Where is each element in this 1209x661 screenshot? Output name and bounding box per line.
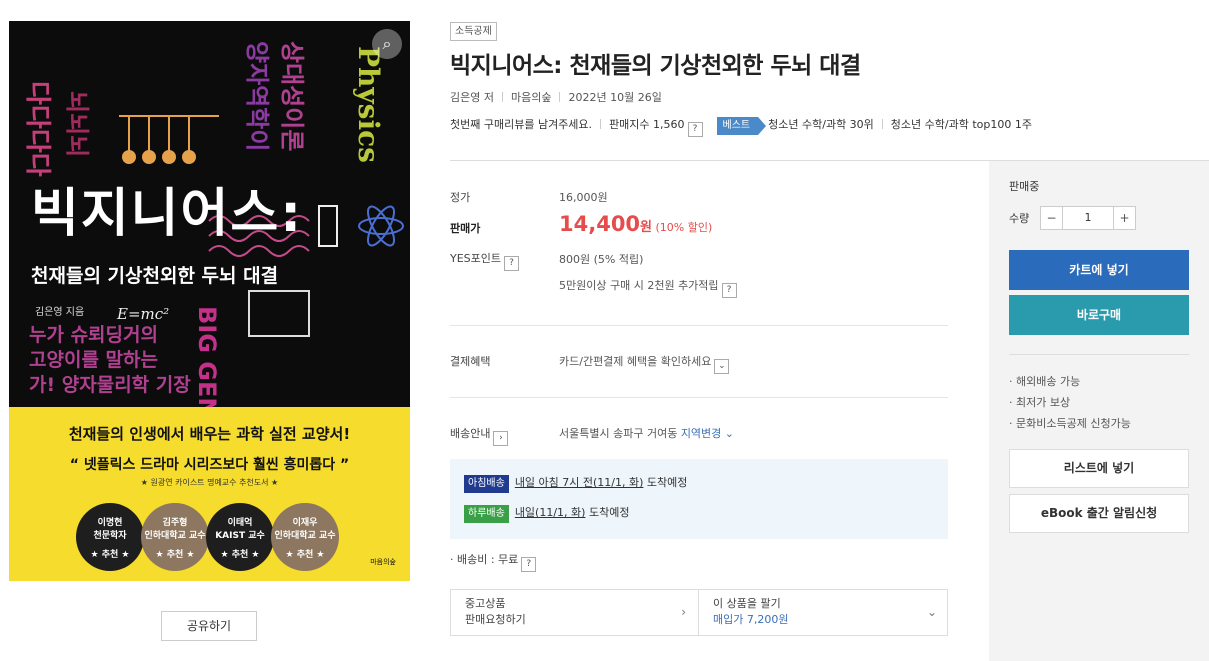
svg-text:BIG GEN: BIG GEN xyxy=(193,306,221,411)
points-label: YES포인트? xyxy=(450,250,520,271)
help-icon[interactable]: ? xyxy=(504,256,520,271)
panel-divider xyxy=(1009,354,1189,355)
ebook-alert-button[interactable]: eBook 출간 알림신청 xyxy=(1009,494,1189,533)
svg-text:고양이를 말하는: 고양이를 말하는 xyxy=(29,349,158,371)
svg-text:뇌뇌뇌: 뇌뇌뇌 xyxy=(63,91,91,157)
svg-text:Physics: Physics xyxy=(352,46,385,163)
book-cover-image[interactable]: 다다다다 뇌뇌뇌 양자역학이 상대성이론 Physics 누가 슈뢰딩거의 고양… xyxy=(9,21,410,581)
chevron-right-icon[interactable]: › xyxy=(493,431,509,446)
svg-text:누가 슈뢰딩거의: 누가 슈뢰딩거의 xyxy=(29,324,158,346)
day-delivery-date[interactable]: 내일(11/1, 화) xyxy=(515,506,586,519)
change-location-link[interactable]: 지역변경 ⌄ xyxy=(681,427,734,440)
morning-delivery: 아침배송 내일 아침 7시 전(11/1, 화) 도착예정 xyxy=(464,474,687,493)
benefit-item: · 문화비소득공제 신청가능 xyxy=(1009,417,1131,430)
cover-author: 김은영 지음 xyxy=(35,307,85,318)
publisher-link[interactable]: 마음의숲 xyxy=(511,91,551,104)
sell-this-item[interactable]: 이 상품을 팔기 매입가 7,200원 ⌄ xyxy=(699,590,947,635)
author-link[interactable]: 김은영 저 xyxy=(450,91,494,104)
used-goods-box: 중고상품 판매요청하기 › 이 상품을 팔기 매입가 7,200원 ⌄ xyxy=(450,589,948,636)
svg-text:상대성이론: 상대성이론 xyxy=(278,41,306,151)
product-title: 빅지니어스: 천재들의 기상천외한 두뇌 대결 xyxy=(450,53,861,79)
help-icon[interactable]: ? xyxy=(687,122,703,137)
add-to-list-button[interactable]: 리스트에 넣기 xyxy=(1009,449,1189,488)
benefit-list: · 해외배송 가능 · 최저가 보상 · 문화비소득공제 신청가능 xyxy=(1009,371,1131,434)
morning-delivery-badge: 아침배송 xyxy=(464,475,509,493)
product-meta: 김은영 저 마음의숲 2022년 10월 26일 xyxy=(450,89,662,105)
income-deduction-tag: 소득공제 xyxy=(450,22,497,41)
morning-delivery-date[interactable]: 내일 아침 7시 전(11/1, 화) xyxy=(515,476,644,489)
cover-badge: 이재우 인하대학교 교수 ★ 추천 ★ xyxy=(271,503,339,571)
section-divider xyxy=(450,397,948,398)
sale-price-label: 판매가 xyxy=(450,222,481,235)
delivery-address: 서울특별시 송파구 거여동 지역변경 ⌄ xyxy=(559,427,735,440)
quantity-label: 수량 xyxy=(1009,212,1030,225)
sale-price-unit: 원 xyxy=(640,220,653,235)
add-to-cart-button[interactable]: 카트에 넣기 xyxy=(1009,250,1189,290)
points-value: 800원 (5% 적립) xyxy=(559,253,644,266)
cover-formula: E=mc² xyxy=(117,305,170,323)
payment-value[interactable]: 카드/간편결제 혜택을 확인하세요 ⌄ xyxy=(559,353,730,374)
benefit-item: · 최저가 보상 xyxy=(1009,396,1071,409)
sale-price: 14,400원 (10% 할인) xyxy=(559,212,712,236)
publish-date: 2022년 10월 26일 xyxy=(568,91,662,104)
list-price-label: 정가 xyxy=(450,191,471,204)
zoom-icon[interactable]: ⌕ xyxy=(372,29,402,59)
points-extra: 5만원이상 구매 시 2천원 추가적립? xyxy=(559,277,737,298)
quantity-stepper: − 1 + xyxy=(1040,206,1136,230)
buy-now-button[interactable]: 바로구매 xyxy=(1009,295,1189,335)
delivery-options: 아침배송 내일 아침 7시 전(11/1, 화) 도착예정 하루배송 내일(11/1… xyxy=(450,459,948,539)
cover-quote-source: ★ 원광연 카이스트 명예교수 추천도서 ★ xyxy=(140,478,279,487)
svg-text:다다다다: 다다다다 xyxy=(22,81,52,177)
svg-text:양자역학이: 양자역학이 xyxy=(243,41,271,151)
product-stats: 첫번째 구매리뷰를 남겨주세요. 판매지수 1,560? 베스트 청소년 수학/과학 … xyxy=(450,116,1032,137)
discount-rate: (10% 할인) xyxy=(655,221,713,234)
section-divider xyxy=(450,325,948,326)
best-badge: 베스트 xyxy=(716,117,766,135)
shipping-fee: · 배송비 : 무료? xyxy=(450,551,537,572)
chevron-down-icon[interactable]: ⌄ xyxy=(714,359,730,374)
rank-link[interactable]: 청소년 수학/과학 30위 xyxy=(768,118,874,131)
day-delivery-badge: 하루배송 xyxy=(464,505,509,523)
cover-subtitle: 천재들의 기상천외한 두뇌 대결 xyxy=(31,265,279,287)
day-delivery: 하루배송 내일(11/1, 화) 도착예정 xyxy=(464,504,629,523)
payment-label: 결제혜택 xyxy=(450,355,491,368)
help-icon[interactable]: ? xyxy=(721,283,737,298)
purchase-panel: 판매중 수량 − 1 + 카트에 넣기 바로구매 · 해외배송 가능 · 최저가… xyxy=(989,161,1209,661)
quantity-decrease-button[interactable]: − xyxy=(1041,207,1063,229)
cover-banner: 천재들의 인생에서 배우는 과학 실전 교양서! xyxy=(68,425,351,443)
review-prompt-link[interactable]: 첫번째 구매리뷰를 남겨주세요. xyxy=(450,118,592,131)
help-icon[interactable]: ? xyxy=(521,557,537,572)
cover-title: 빅지니어스: xyxy=(31,184,303,244)
benefit-item: · 해외배송 가능 xyxy=(1009,375,1081,388)
publisher-logo: 마음의숲 xyxy=(370,558,396,566)
sale-status: 판매중 xyxy=(1009,180,1040,193)
delivery-label: 배송안내 › xyxy=(450,425,509,446)
sales-index: 판매지수 1,560 xyxy=(609,118,685,131)
rank-link[interactable]: 청소년 수학/과학 top100 1주 xyxy=(891,118,1032,131)
chevron-down-icon: ⌄ xyxy=(926,605,937,619)
quantity-input[interactable]: 1 xyxy=(1063,207,1113,229)
sale-price-value: 14,400 xyxy=(559,212,641,236)
quantity-increase-button[interactable]: + xyxy=(1113,207,1135,229)
list-price-value: 16,000원 xyxy=(559,191,608,204)
cover-quote: “ 넷플릭스 드라마 시리즈보다 훨씬 흥미롭다 ” xyxy=(69,457,350,473)
cover-badge: 김주형 인하대학교 교수 ★ 추천 ★ xyxy=(141,503,209,571)
share-button[interactable]: 공유하기 xyxy=(161,611,257,641)
cover-yellow-band: 천재들의 인생에서 배우는 과학 실전 교양서! “ 넷플릭스 드라마 시리즈보… xyxy=(9,407,410,581)
cover-badge: 이태억 KAIST 교수 ★ 추천 ★ xyxy=(206,503,274,571)
cover-badge: 이명현 천문학자 ★ 추천 ★ xyxy=(76,503,144,571)
used-goods-request[interactable]: 중고상품 판매요청하기 › xyxy=(451,590,699,635)
chevron-right-icon: › xyxy=(681,605,686,619)
svg-text:가! 양자물리학 기장: 가! 양자물리학 기장 xyxy=(29,374,191,396)
